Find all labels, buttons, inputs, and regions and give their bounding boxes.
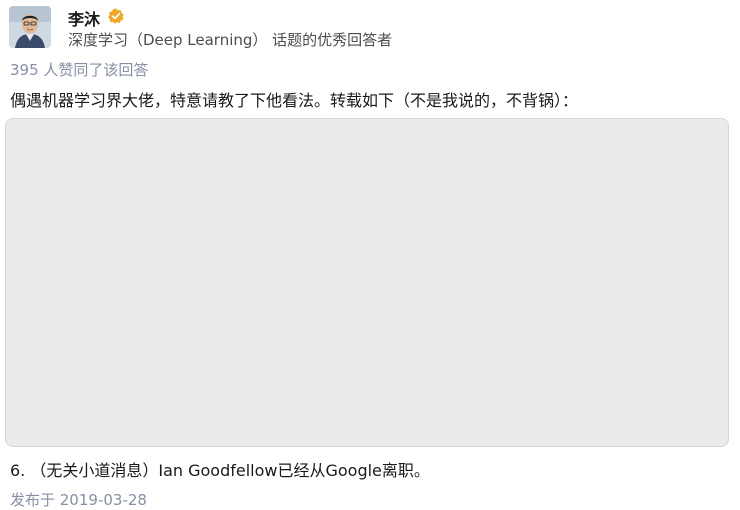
answer-intro-text: 偶遇机器学习界大佬，特意请教了下他看法。转载如下（不是我说的，不背锅）： xyxy=(10,91,579,110)
answer-last-line: 6. （无关小道消息）Ian Goodfellow已经从Google离职。 xyxy=(10,461,430,480)
answer-image-placeholder[interactable] xyxy=(5,118,729,447)
author-avatar[interactable] xyxy=(9,6,51,48)
avatar-portrait-icon xyxy=(9,6,51,48)
vote-count: 395 人赞同了该回答 xyxy=(10,61,149,79)
publish-date[interactable]: 发布于 2019-03-28 xyxy=(10,489,147,510)
author-description: 深度学习（Deep Learning） 话题的优秀回答者 xyxy=(68,31,393,49)
excellent-answerer-badge-icon[interactable] xyxy=(108,8,124,24)
author-name[interactable]: 李沐 xyxy=(68,6,100,30)
